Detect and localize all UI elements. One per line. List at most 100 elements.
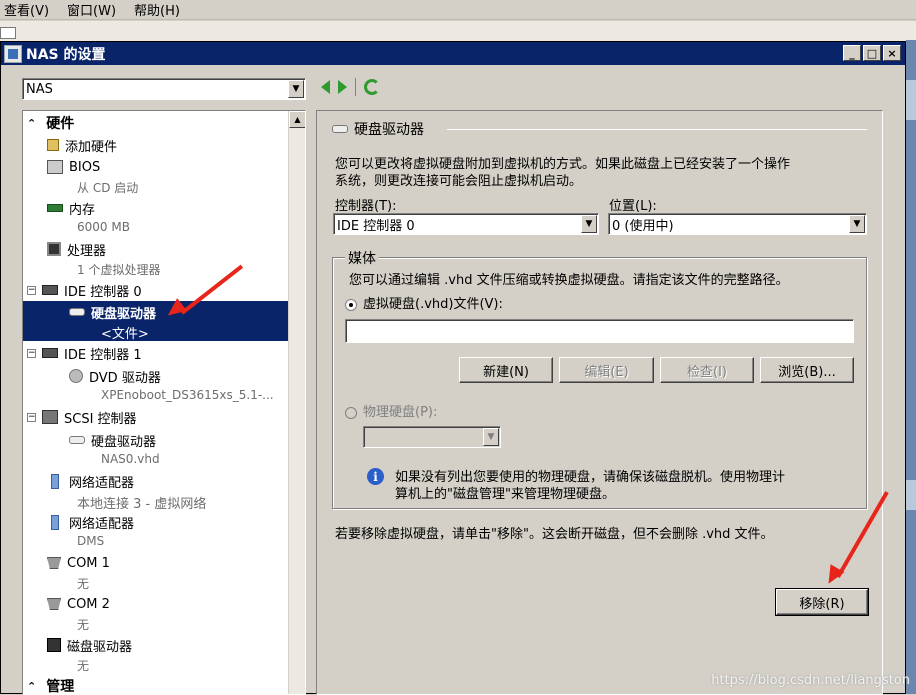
com-port-icon [47,598,61,610]
tree-sub-processor: 1 个虚拟处理器 [77,263,161,277]
minimize-button[interactable]: _ [843,45,861,61]
network-adapter-icon [51,473,59,489]
tree-sub-dvd-drive: XPEnoboot_DS3615xs_5.1-... [101,388,274,402]
chevron-down-icon[interactable]: ▼ [581,215,597,233]
menu-help[interactable]: 帮助(H) [134,0,180,19]
bios-icon [47,160,63,174]
tree-header-hardware[interactable]: ⌃ 硬件 [27,113,74,133]
physical-radio-button[interactable] [345,406,357,419]
vhd-radio-button[interactable] [345,298,357,311]
tree-item-ide-controller-0[interactable]: − IDE 控制器 0 [27,280,142,300]
refresh-icon[interactable] [364,79,380,95]
menubar: 查看(V) 窗口(W) 帮助(H) [0,0,916,20]
new-button[interactable]: 新建(N) [459,357,553,383]
menu-window[interactable]: 窗口(W) [67,0,116,19]
tree-item-ide-controller-1[interactable]: − IDE 控制器 1 [27,343,142,363]
tree-item-com1[interactable]: COM 1 [47,553,110,573]
tree-item-add-hardware[interactable]: 添加硬件 [47,135,117,155]
controller-icon [42,285,58,295]
hardware-tree[interactable]: ⌃ 硬件 添加硬件 BIOS 从 CD 启动 内存 6000 MB 处理器 1 … [22,110,306,695]
floppy-disk-icon [47,638,61,652]
tree-sub-diskette-drive: 无 [77,659,90,673]
tree-header-management[interactable]: ⌃ 管理 [27,676,74,694]
com-port-icon [47,557,61,569]
panel-description-line2: 系统，则更改连接可能会阻止虚拟机启动。 [335,174,583,189]
controller-icon [42,348,58,358]
vm-select-value: NAS [26,81,53,97]
collapse-up-icon[interactable]: ⌃ [27,680,36,693]
remove-button[interactable]: 移除(R) [775,588,869,616]
physical-disk-select[interactable]: ▼ [363,426,501,448]
tree-item-dvd-drive[interactable]: DVD 驱动器 [69,366,161,386]
toolbar-window-icon [0,27,16,39]
tree-scrollbar[interactable]: ▲ [288,111,305,694]
scsi-controller-icon [42,410,58,424]
controller-label: 控制器(T): [335,199,397,214]
media-description: 您可以通过编辑 .vhd 文件压缩或转换虚拟硬盘。请指定该文件的完整路径。 [349,273,789,288]
tree-sub-network-adapter-1: 本地连接 3 - 虚拟网络 [77,497,207,512]
scroll-up-icon[interactable]: ▲ [289,111,305,128]
tree-item-com2[interactable]: COM 2 [47,594,110,614]
tree-sub-network-adapter-2: DMS [77,534,105,548]
chevron-down-icon[interactable]: ▼ [288,80,304,98]
physical-radio-option[interactable]: 物理硬盘(P): [345,401,437,420]
tree-item-processor[interactable]: 处理器 [47,239,106,259]
tree-sub-com1: 无 [77,577,90,591]
close-button[interactable]: × [883,45,901,61]
dvd-disc-icon [69,369,83,383]
tree-sub-com2: 无 [77,618,90,632]
location-select[interactable]: 0 (使用中) ▼ [608,213,867,235]
hard-drive-icon [332,125,348,133]
vhd-path-input[interactable] [345,319,854,343]
info-icon: i [367,468,384,485]
back-arrow-icon[interactable] [321,80,330,94]
tree-sub-bios: 从 CD 启动 [77,181,139,195]
tree-item-bios[interactable]: BIOS [47,157,100,177]
window-titlebar[interactable]: NAS 的设置 _ □ × [1,42,905,65]
maximize-button[interactable]: □ [863,45,881,61]
section-divider [447,129,867,130]
tree-item-diskette-drive[interactable]: 磁盘驱动器 [47,635,132,655]
tree-item-hard-drive-scsi[interactable]: 硬盘驱动器 [69,430,156,450]
network-adapter-icon [51,514,59,530]
inspect-button[interactable]: 检查(I) [660,357,754,383]
settings-app-icon [4,44,22,63]
hard-drive-settings-panel: 硬盘驱动器 您可以更改将虚拟硬盘附加到虚拟机的方式。如果此磁盘上已经安装了一个操… [316,110,883,695]
toolbar-separator [355,78,356,96]
media-label: 媒体 [345,248,379,268]
settings-window: NAS 的设置 _ □ × NAS ▼ ⌃ 硬件 添加硬件 BIOS 从 CD … [0,41,906,695]
tree-item-memory[interactable]: 内存 [47,198,95,218]
tree-item-network-adapter-2[interactable]: 网络适配器 [47,512,134,532]
add-hardware-icon [47,139,59,151]
chevron-down-icon[interactable]: ▼ [849,215,865,233]
memory-icon [47,204,63,212]
nav-toolbar [321,78,380,96]
section-title: 硬盘驱动器 [332,119,424,139]
collapse-minus-icon[interactable]: − [27,412,36,422]
collapse-up-icon[interactable]: ⌃ [27,117,36,130]
tree-item-network-adapter-1[interactable]: 网络适配器 [47,471,134,491]
forward-arrow-icon[interactable] [338,80,347,94]
location-label: 位置(L): [609,199,657,214]
processor-icon [47,242,61,256]
chevron-down-icon[interactable]: ▼ [483,428,499,446]
edit-button[interactable]: 编辑(E) [559,357,654,383]
vhd-radio-option[interactable]: 虚拟硬盘(.vhd)文件(V): [345,293,503,312]
remove-description: 若要移除虚拟硬盘，请单击"移除"。这会断开磁盘，但不会删除 .vhd 文件。 [335,527,774,542]
background-toolbar-strip [0,21,916,41]
hard-drive-icon [69,308,85,316]
info-text-line2: 算机上的"磁盘管理"来管理物理硬盘。 [395,487,615,502]
watermark: https://blog.csdn.net/liangston [711,673,910,688]
tree-item-hard-drive-ide[interactable]: 硬盘驱动器 [69,302,156,322]
menu-view[interactable]: 查看(V) [4,0,49,19]
tree-sub-memory: 6000 MB [77,220,130,234]
controller-select[interactable]: IDE 控制器 0 ▼ [333,213,599,235]
tree-item-scsi-controller[interactable]: − SCSI 控制器 [27,407,137,427]
collapse-minus-icon[interactable]: − [27,285,36,295]
vm-select[interactable]: NAS ▼ [22,78,306,100]
background-window-edge [906,40,916,694]
collapse-minus-icon[interactable]: − [27,348,36,358]
hard-drive-icon [69,436,85,444]
tree-sub-hard-drive-ide: <文件> [101,327,149,342]
browse-button[interactable]: 浏览(B)... [760,357,854,383]
